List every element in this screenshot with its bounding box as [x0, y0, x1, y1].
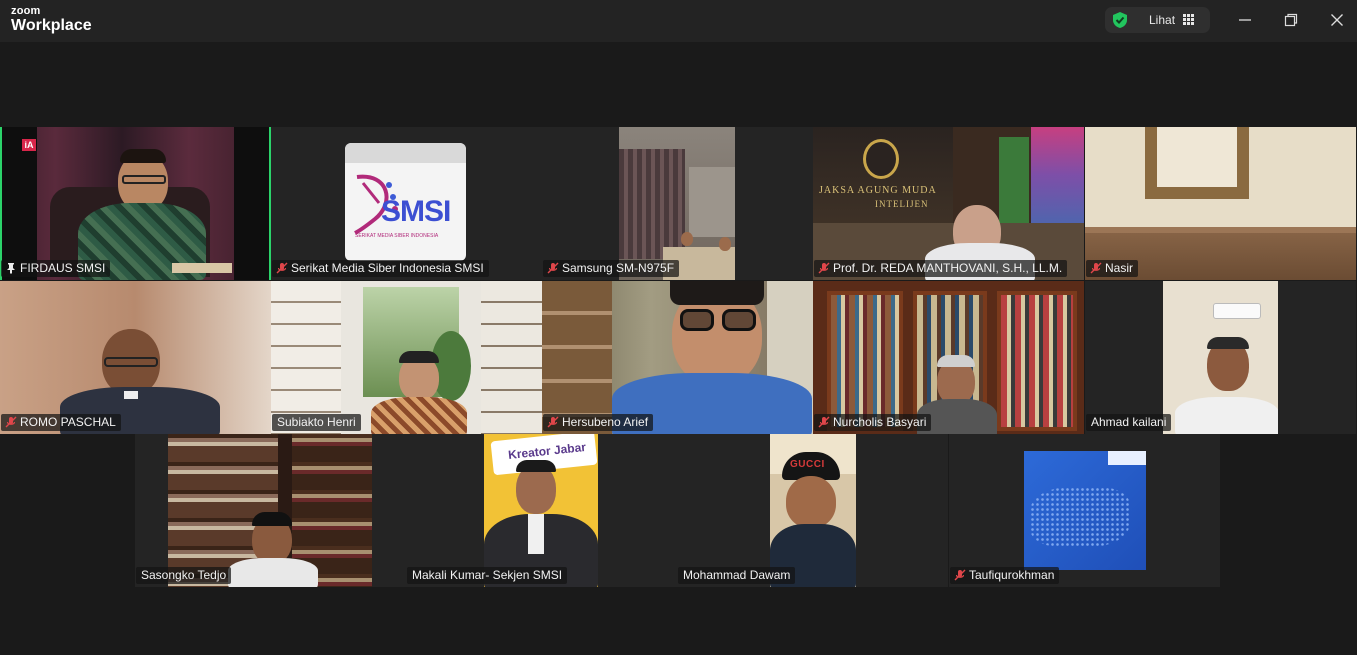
app-logo: zoom Workplace: [11, 6, 92, 34]
participant-tile[interactable]: iA FIRDAUS SMSI: [0, 127, 271, 280]
mic-muted-icon: [276, 262, 288, 274]
mic-muted-icon: [1090, 262, 1102, 274]
participant-tile[interactable]: GUCCI Mohammad Dawam: [677, 434, 948, 587]
restore-icon: [1284, 13, 1298, 27]
participant-video: GUCCI: [770, 434, 856, 587]
participant-tile[interactable]: Samsung SM-N975F: [542, 127, 813, 280]
shield-check-icon: [1113, 12, 1127, 28]
participant-name-label: Ahmad kailani: [1086, 414, 1172, 431]
cap-text: GUCCI: [790, 459, 825, 470]
participant-tile[interactable]: Ahmad kailani: [1085, 281, 1356, 434]
participant-name-label: ROMO PASCHAL: [1, 414, 121, 431]
smsi-logo-subtitle: SERIKAT MEDIA SIBER INDONESIA: [355, 233, 439, 239]
restore-button[interactable]: [1276, 6, 1306, 34]
title-bar: zoom Workplace Lihat: [0, 0, 1357, 42]
participant-tile[interactable]: ROMO PASCHAL: [0, 281, 271, 434]
participant-name-label: Taufiqurokhman: [950, 567, 1060, 584]
participant-video: [813, 281, 1084, 434]
participant-video: [168, 434, 372, 587]
participant-name-label: Serikat Media Siber Indonesia SMSI: [272, 260, 489, 277]
brand-bottom: Workplace: [11, 17, 92, 34]
participant-tile[interactable]: Sasongko Tedjo: [135, 434, 406, 587]
participant-tile[interactable]: SMSI SERIKAT MEDIA SIBER INDONESIA Serik…: [271, 127, 542, 280]
smsi-logo-text: SMSI: [381, 195, 451, 228]
participant-video: Kreator Jabar: [484, 434, 598, 587]
mic-muted-icon: [547, 416, 559, 428]
participant-video: [1163, 281, 1278, 434]
participant-video: [271, 281, 542, 434]
mic-muted-icon: [818, 262, 830, 274]
participant-video: [1024, 451, 1146, 570]
participant-tile[interactable]: Nasir: [1085, 127, 1356, 280]
mic-muted-icon: [547, 262, 559, 274]
participant-name-label: Nasir: [1086, 260, 1139, 277]
pin-icon: [7, 263, 15, 274]
close-button[interactable]: [1322, 6, 1352, 34]
wall-text-line-1: JAKSA AGUNG MUDA: [819, 185, 937, 196]
participant-name-label: Nurcholis Basyari: [814, 414, 932, 431]
participant-name-label: Samsung SM-N975F: [543, 260, 680, 277]
participant-video: [542, 281, 813, 434]
participant-video: JAKSA AGUNG MUDA INTELIJEN: [813, 127, 1084, 280]
minimize-icon: [1239, 19, 1251, 21]
participant-video: [0, 281, 271, 434]
wall-text-line-2: INTELIJEN: [875, 199, 929, 209]
brand-top: zoom: [11, 5, 41, 17]
view-button[interactable]: Lihat: [1105, 7, 1210, 33]
participant-tile[interactable]: Nurcholis Basyari: [813, 281, 1084, 434]
smsi-logo: SMSI SERIKAT MEDIA SIBER INDONESIA: [345, 143, 466, 261]
participant-name-label: Makali Kumar- Sekjen SMSI: [407, 567, 568, 584]
participant-name-label: Hersubeno Arief: [543, 414, 654, 431]
participant-tile[interactable]: Kreator Jabar Makali Kumar- Sekjen SMSI: [406, 434, 677, 587]
participant-video: [619, 127, 735, 280]
view-label: Lihat: [1149, 13, 1176, 27]
participant-tile[interactable]: JAKSA AGUNG MUDA INTELIJEN Prof. Dr. RED…: [813, 127, 1084, 280]
participant-name-label: Subiakto Henri: [272, 414, 361, 431]
participant-name-label: FIRDAUS SMSI: [1, 260, 111, 277]
participant-tile[interactable]: Taufiqurokhman: [949, 434, 1220, 587]
participant-video: [1085, 127, 1356, 280]
minimize-button[interactable]: [1230, 6, 1260, 34]
mic-muted-icon: [818, 416, 830, 428]
participant-video: iA: [2, 127, 269, 280]
participant-name-label: Prof. Dr. REDA MANTHOVANI, S.H., LL.M.: [814, 260, 1068, 277]
mic-muted-icon: [954, 569, 966, 581]
grid-view-icon: [1183, 14, 1194, 25]
mic-muted-icon: [5, 416, 17, 428]
participant-tile[interactable]: Hersubeno Arief: [542, 281, 813, 434]
participant-tile[interactable]: Subiakto Henri: [271, 281, 542, 434]
participant-name-label: Mohammad Dawam: [678, 567, 796, 584]
close-icon: [1331, 14, 1343, 26]
participant-name-label: Sasongko Tedjo: [136, 567, 232, 584]
